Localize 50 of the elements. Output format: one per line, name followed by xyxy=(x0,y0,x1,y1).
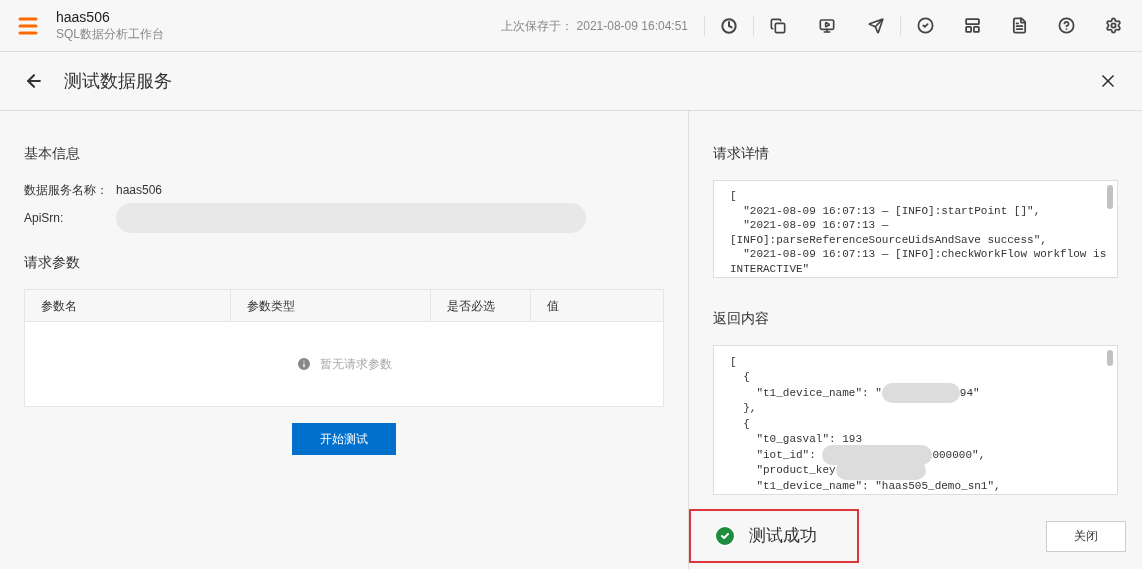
log-line: [ xyxy=(730,189,737,204)
code-line: [ xyxy=(730,354,737,370)
app-subtitle: SQL数据分析工作台 xyxy=(56,26,164,42)
column-header: 是否必选 xyxy=(431,290,531,321)
copy-icon[interactable] xyxy=(770,17,786,34)
scrollbar-thumb[interactable] xyxy=(1107,185,1113,209)
info-icon xyxy=(296,356,312,372)
code-line: 94" xyxy=(959,385,980,401)
field-label: ApiSrn: xyxy=(24,210,65,227)
back-icon[interactable] xyxy=(24,71,44,91)
scrollbar-thumb[interactable] xyxy=(1107,350,1113,366)
page-title: 测试数据服务 xyxy=(64,69,172,93)
code-line: "t1_device_name": "haas505_demo_sn1", xyxy=(755,478,1001,494)
empty-message: 暂无请求参数 xyxy=(320,356,392,373)
check-circle-icon[interactable] xyxy=(917,17,934,34)
settings-icon[interactable] xyxy=(1105,17,1122,34)
saved-time: 2021-08-09 16:04:51 xyxy=(576,17,688,35)
field-label: 数据服务名称： xyxy=(24,182,109,199)
section-heading: 基本信息 xyxy=(24,144,81,163)
document-icon[interactable] xyxy=(1011,17,1028,34)
code-line: "iot_id": xyxy=(755,447,817,463)
log-line: [INFO]:parseReferenceSourceUidsAndSave success", xyxy=(730,232,1047,247)
column-header: 值 xyxy=(546,297,560,315)
code-line: "t0_gasval": 193 xyxy=(755,432,863,447)
app-name: haas506 xyxy=(56,9,111,27)
help-icon[interactable] xyxy=(1058,17,1075,34)
section-heading: 请求详情 xyxy=(713,144,770,163)
code-line: { xyxy=(742,370,750,385)
log-line: "2021-08-09 16:07:13 — [INFO]:startPoint []", xyxy=(742,203,1041,218)
start-test-button[interactable]: 开始测试 xyxy=(292,423,396,455)
log-line: INTERACTIVE" xyxy=(730,261,810,276)
code-line: { xyxy=(742,416,750,432)
layout-icon[interactable] xyxy=(964,17,981,34)
code-line: "product_key xyxy=(755,463,836,478)
section-heading: 请求参数 xyxy=(24,253,81,272)
field-value: haas506 xyxy=(116,182,163,199)
result-text: 测试成功 xyxy=(749,525,817,548)
clock-icon[interactable] xyxy=(721,17,737,34)
column-header: 参数名 xyxy=(25,290,231,321)
code-line: "t1_device_name": " xyxy=(755,385,882,401)
column-header: 参数类型 xyxy=(231,290,431,321)
send-icon[interactable] xyxy=(868,17,884,34)
log-line: "2021-08-09 16:07:13 — [INFO]:checkWorkFlow workflow is xyxy=(742,247,1107,262)
log-line: "2021-08-09 16:07:13 — xyxy=(742,218,889,233)
saved-label: 上次保存于： xyxy=(500,17,573,35)
close-button[interactable]: 关闭 xyxy=(1046,520,1126,552)
success-icon xyxy=(713,524,737,548)
code-line: }, xyxy=(742,401,757,416)
section-heading: 返回内容 xyxy=(713,309,770,328)
code-line: 000000", xyxy=(932,447,986,463)
